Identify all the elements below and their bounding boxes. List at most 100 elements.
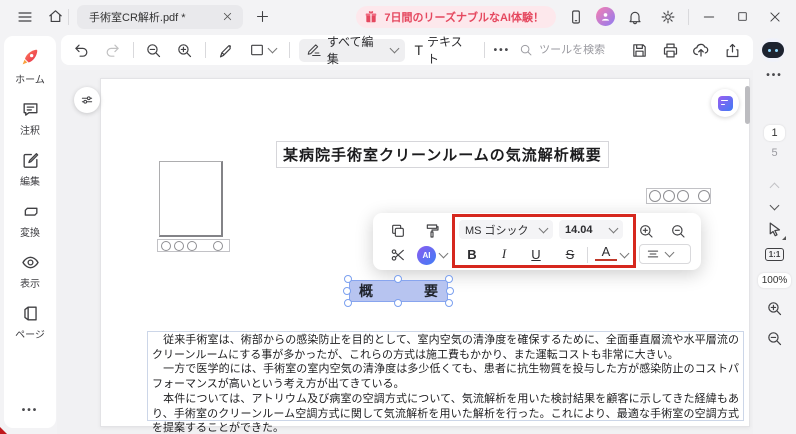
resize-handle[interactable] [344, 275, 352, 283]
user-avatar[interactable] [596, 7, 615, 26]
save-icon[interactable] [628, 39, 650, 61]
sidebar-item-comment[interactable]: 注釈 [20, 100, 40, 137]
next-page-icon[interactable] [769, 200, 780, 211]
divider [204, 42, 206, 58]
zoom-out-icon[interactable] [143, 39, 165, 61]
ai-icon: AI [417, 245, 436, 265]
cut-scissors-icon[interactable] [387, 244, 409, 266]
sidebar-item-edit[interactable]: 編集 [20, 151, 40, 188]
floating-format-toolbar: MS ゴシック 14.04 AI B I U S A [373, 213, 701, 270]
close-button[interactable] [762, 4, 788, 30]
edit-all-button[interactable]: すべて編集 [298, 35, 406, 66]
convert-icon [24, 207, 38, 216]
vertical-scrollbar[interactable] [745, 86, 750, 124]
right-sidebar: ••• 1 5 1:1 100% [753, 60, 796, 434]
minimize-button[interactable] [696, 4, 722, 30]
figure-circles-bar-left[interactable] [157, 239, 230, 252]
font-size-dropdown[interactable]: 14.04 [559, 220, 623, 239]
resize-handle[interactable] [344, 299, 352, 307]
selected-textbox[interactable]: 概 要 [343, 275, 454, 307]
document-viewport: 某病院手術室クリーンルームの気流解析概要 従来手術室は、術部からの感染防止を目的… [57, 70, 753, 434]
document-title-textbox[interactable]: 某病院手術室クリーンルームの気流解析概要 [276, 141, 609, 168]
format-painter-icon[interactable] [421, 220, 443, 242]
divider [483, 42, 485, 58]
font-color-chevron-icon[interactable] [619, 248, 630, 259]
italic-button[interactable]: I [493, 244, 515, 264]
ai-trial-banner[interactable]: 7日間のリーズナブルなAI体験！ [356, 5, 556, 28]
share-export-icon[interactable] [721, 39, 743, 61]
settings-gear-icon[interactable] [655, 4, 681, 30]
font-size-value: 14.04 [565, 223, 593, 236]
body-paragraph-textbox[interactable]: 従来手術室は、術部からの感染防止を目的として、室内空気の清浄度を確保するために、… [147, 331, 744, 434]
underline-button[interactable]: U [525, 244, 547, 264]
titlebar: 手術室CR解析.pdf * 7日間のリーズナブルなAI体験！ [0, 0, 796, 33]
mobile-device-icon[interactable] [563, 4, 589, 30]
current-page-indicator[interactable]: 1 [764, 125, 785, 141]
copy-icon[interactable] [387, 220, 409, 242]
edit-all-label: すべて編集 [326, 35, 374, 66]
text-tool-icon: T [414, 42, 424, 58]
edit-pencil-icon [22, 153, 38, 168]
decrease-font-icon[interactable] [667, 220, 689, 242]
bold-button[interactable]: B [461, 244, 483, 264]
zoom-level-indicator[interactable]: 100% [757, 273, 792, 288]
resize-handle[interactable] [446, 287, 454, 295]
font-color-button[interactable]: A [595, 244, 617, 261]
text-tool-button[interactable]: T テキスト [414, 33, 474, 67]
redo-icon[interactable] [102, 39, 124, 61]
figure-circles-bar-right[interactable] [646, 188, 711, 204]
align-icon [647, 250, 659, 258]
cloud-upload-icon[interactable] [690, 39, 712, 61]
sidebar-more-icon[interactable]: ••• [22, 405, 39, 416]
sidebar-item-label: ページ [15, 330, 45, 341]
eye-icon [21, 256, 39, 269]
robot-icon [762, 42, 784, 58]
print-icon[interactable] [659, 39, 681, 61]
notifications-bell-icon[interactable] [622, 4, 648, 30]
resize-handle[interactable] [445, 299, 453, 307]
resize-handle[interactable] [394, 275, 402, 283]
zoom-in-page-icon[interactable] [766, 300, 783, 317]
zoom-in-icon[interactable] [174, 39, 196, 61]
resize-handle[interactable] [445, 275, 453, 283]
ai-assist-button[interactable]: AI [415, 244, 449, 266]
toolbar-more-icon[interactable]: ••• [494, 45, 511, 56]
font-family-dropdown[interactable]: MS ゴシック [459, 220, 553, 239]
sidebar-item-home[interactable]: ホーム [15, 46, 45, 86]
tab-close-icon[interactable] [222, 11, 233, 22]
edit-all-icon [307, 43, 321, 56]
properties-panel-toggle[interactable] [74, 87, 100, 113]
document-tab[interactable]: 手術室CR解析.pdf * [77, 4, 243, 29]
gift-icon [366, 10, 377, 22]
figure-rectangle[interactable] [159, 161, 223, 237]
home-icon[interactable] [42, 4, 68, 30]
main-toolbar: すべて編集 T テキスト ••• [61, 33, 753, 67]
increase-font-icon[interactable] [635, 220, 657, 242]
left-sidebar: ホーム 注釈 編集 変換 表示 ページ ••• [4, 36, 56, 428]
actual-size-button[interactable]: 1:1 [764, 248, 785, 261]
pages-icon [23, 306, 37, 321]
resize-handle[interactable] [394, 299, 402, 307]
sidebar-item-convert[interactable]: 変換 [20, 202, 40, 239]
total-pages-label: 5 [771, 147, 778, 159]
highlighter-pen-icon[interactable] [215, 39, 237, 61]
zoom-out-page-icon[interactable] [766, 330, 783, 347]
hamburger-menu-icon[interactable] [12, 4, 38, 30]
ai-robot-toggle[interactable] [757, 38, 789, 62]
tool-search[interactable] [519, 43, 620, 57]
resize-handle[interactable] [343, 287, 351, 295]
shape-tool-icon[interactable] [246, 39, 280, 61]
new-tab-button[interactable] [249, 4, 275, 30]
paragraph: 一方で医学的には、手術室の室内空気の清浄度は多少低くても、患者に抗生物質を投与し… [152, 363, 739, 391]
select-tool-icon[interactable] [766, 221, 786, 240]
alignment-dropdown[interactable] [639, 244, 691, 264]
right-rail-more-icon[interactable]: ••• [766, 70, 783, 81]
sidebar-item-page[interactable]: ページ [15, 304, 45, 341]
strikethrough-button[interactable]: S [559, 244, 581, 264]
previous-page-icon[interactable] [769, 181, 780, 193]
side-panel-toggle[interactable] [711, 89, 739, 117]
sidebar-item-view[interactable]: 表示 [20, 253, 40, 290]
search-input[interactable] [539, 44, 620, 56]
maximize-button[interactable] [729, 4, 755, 30]
undo-icon[interactable] [71, 39, 93, 61]
